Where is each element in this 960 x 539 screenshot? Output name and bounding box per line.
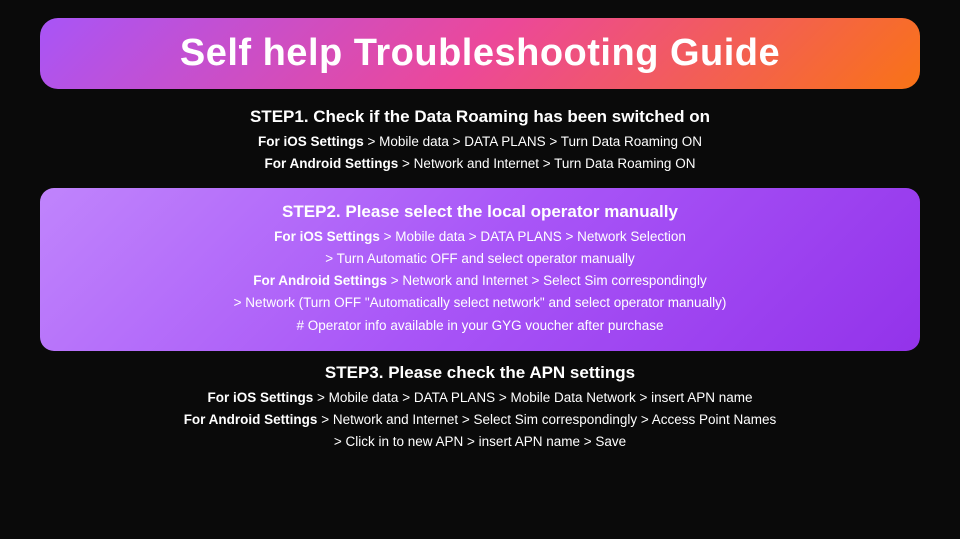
step3-android-label: For Android Settings — [184, 412, 318, 427]
step3-line1: For iOS Settings > Mobile data > DATA PL… — [40, 387, 920, 409]
step3-ios-text: > Mobile data > DATA PLANS > Mobile Data… — [313, 390, 752, 405]
step1-ios-text: > Mobile data > DATA PLANS > Turn Data R… — [364, 134, 702, 149]
step2-title: STEP2. Please select the local operator … — [64, 202, 896, 222]
step2-ios-text: > Mobile data > DATA PLANS > Network Sel… — [380, 229, 686, 244]
page-title: Self help Troubleshooting Guide — [180, 32, 780, 74]
step2-line4: > Network (Turn OFF "Automatically selec… — [64, 292, 896, 314]
step3-section: STEP3. Please check the APN settings For… — [40, 363, 920, 454]
step2-line2: > Turn Automatic OFF and select operator… — [64, 248, 896, 270]
step2-section: STEP2. Please select the local operator … — [40, 188, 920, 351]
step3-line2: For Android Settings > Network and Inter… — [40, 409, 920, 431]
step3-title: STEP3. Please check the APN settings — [40, 363, 920, 383]
step3-line3: > Click in to new APN > insert APN name … — [40, 431, 920, 453]
step1-title: STEP1. Check if the Data Roaming has bee… — [40, 107, 920, 127]
step1-android-label: For Android Settings — [265, 156, 399, 171]
step2-android-label: For Android Settings — [253, 273, 387, 288]
step1-line2: For Android Settings > Network and Inter… — [40, 153, 920, 175]
step1-android-text: > Network and Internet > Turn Data Roami… — [398, 156, 695, 171]
step1-line1: For iOS Settings > Mobile data > DATA PL… — [40, 131, 920, 153]
step2-line1: For iOS Settings > Mobile data > DATA PL… — [64, 226, 896, 248]
step2-line3: For Android Settings > Network and Inter… — [64, 270, 896, 292]
step3-ios-label: For iOS Settings — [208, 390, 314, 405]
step2-android-text: > Network and Internet > Select Sim corr… — [387, 273, 707, 288]
step2-line5: # Operator info available in your GYG vo… — [64, 315, 896, 337]
step3-android-text: > Network and Internet > Select Sim corr… — [317, 412, 776, 427]
title-banner: Self help Troubleshooting Guide — [40, 18, 920, 89]
step1-ios-label: For iOS Settings — [258, 134, 364, 149]
step2-ios-label: For iOS Settings — [274, 229, 380, 244]
step1-section: STEP1. Check if the Data Roaming has bee… — [40, 107, 920, 176]
